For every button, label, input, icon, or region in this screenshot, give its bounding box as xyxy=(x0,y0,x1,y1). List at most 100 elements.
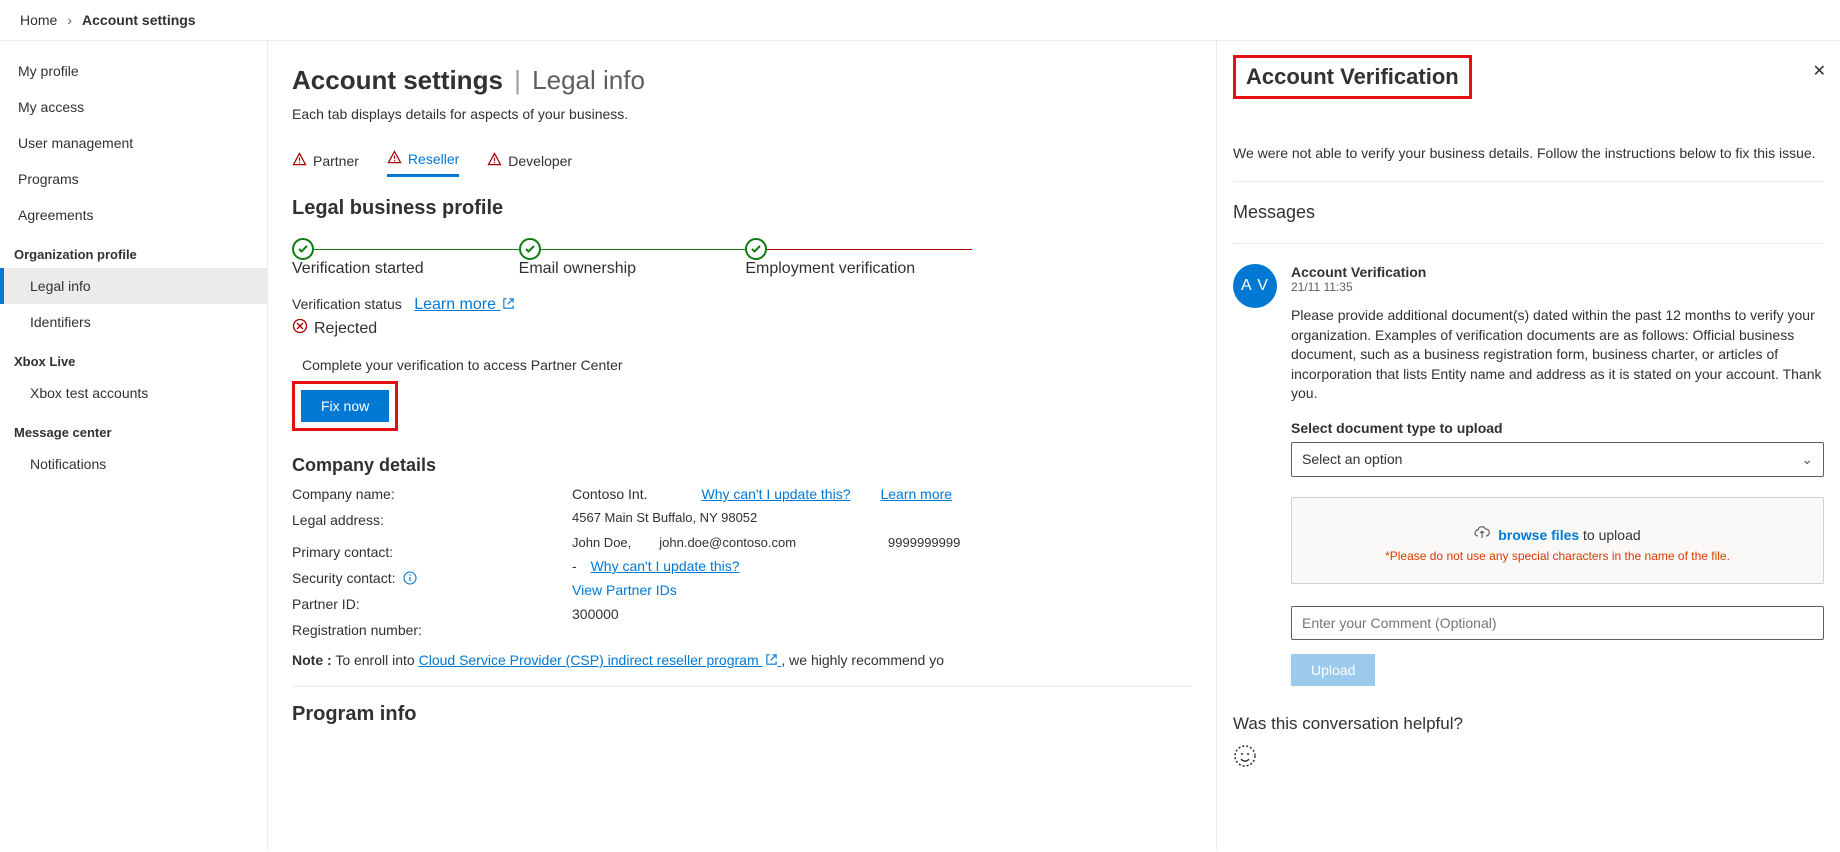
breadcrumb: Home › Account settings xyxy=(0,0,1840,40)
page-title: Account settings | Legal info xyxy=(292,65,1192,96)
check-circle-icon xyxy=(745,238,767,260)
panel-divider xyxy=(1233,181,1824,182)
sidebar: My profile My access User management Pro… xyxy=(0,41,268,850)
partner-id-label: Partner ID: xyxy=(292,596,572,612)
primary-contact-label: Primary contact: xyxy=(292,544,572,560)
main-content: Account settings | Legal info Each tab d… xyxy=(268,41,1216,850)
enrollment-note: Note : To enroll into Cloud Service Prov… xyxy=(292,652,1192,668)
chevron-right-icon: › xyxy=(67,12,72,28)
breadcrumb-current: Account settings xyxy=(82,12,196,28)
verification-status-value: Rejected xyxy=(314,320,377,338)
info-icon[interactable] xyxy=(403,571,417,585)
legal-business-profile-title: Legal business profile xyxy=(292,197,1192,220)
breadcrumb-home[interactable]: Home xyxy=(20,12,57,28)
registration-number-label: Registration number: xyxy=(292,622,572,638)
company-name-label: Company name: xyxy=(292,486,572,502)
learn-more-text: Learn more xyxy=(414,296,496,313)
sidebar-item-legal-info[interactable]: Legal info xyxy=(0,268,267,304)
to-upload-text: to upload xyxy=(1579,527,1641,543)
why-cant-update-link[interactable]: Why can't I update this? xyxy=(702,486,851,502)
tab-developer[interactable]: Developer xyxy=(487,150,572,177)
sidebar-item-agreements[interactable]: Agreements xyxy=(0,197,267,233)
registration-number-value: 300000 xyxy=(572,606,1192,622)
warning-icon xyxy=(487,152,502,170)
security-contact-value: - xyxy=(572,558,577,574)
sidebar-item-notifications[interactable]: Notifications xyxy=(0,446,267,482)
primary-contact-email: john.doe@contoso.com xyxy=(659,535,796,550)
close-icon[interactable]: ✕ xyxy=(1813,61,1826,81)
warning-icon xyxy=(387,150,402,168)
view-partner-ids-link[interactable]: View Partner IDs xyxy=(572,582,1192,598)
fix-now-button[interactable]: Fix now xyxy=(301,390,389,422)
cloud-upload-icon xyxy=(1474,526,1490,543)
dropzone-note: Please do not use any special characters… xyxy=(1302,549,1813,563)
document-type-select[interactable]: Select an option ⌄ xyxy=(1291,442,1824,477)
document-type-label: Select document type to upload xyxy=(1291,420,1824,436)
message-timestamp: 21/11 11:35 xyxy=(1291,280,1824,294)
security-contact-label: Security contact: xyxy=(292,570,572,586)
tabs: Partner Reseller Developer xyxy=(292,150,1192,177)
page-title-main: Account settings xyxy=(292,65,503,95)
company-name-value: Contoso Int. xyxy=(572,486,648,502)
learn-more-link[interactable]: Learn more xyxy=(414,296,515,313)
file-dropzone[interactable]: browse files to upload Please do not use… xyxy=(1291,497,1824,584)
comment-input[interactable] xyxy=(1291,606,1824,640)
message-text: Please provide additional document(s) da… xyxy=(1291,306,1824,404)
helpful-question: Was this conversation helpful? xyxy=(1233,714,1824,734)
sidebar-item-user-management[interactable]: User management xyxy=(0,125,267,161)
program-info-title: Program info xyxy=(292,703,1192,726)
sidebar-item-my-profile[interactable]: My profile xyxy=(0,53,267,89)
verification-status-label: Verification status xyxy=(292,296,402,312)
why-cant-update-link-2[interactable]: Why can't I update this? xyxy=(591,558,740,574)
sidebar-item-xbox-test-accounts[interactable]: Xbox test accounts xyxy=(0,375,267,411)
note-label: Note : xyxy=(292,652,332,668)
external-link-icon xyxy=(765,653,778,666)
upload-button[interactable]: Upload xyxy=(1291,654,1375,686)
panel-messages-title: Messages xyxy=(1233,202,1824,223)
document-type-placeholder: Select an option xyxy=(1302,451,1402,467)
step-connector xyxy=(767,249,972,250)
step-employment-verification: Employment verification xyxy=(745,260,972,278)
tab-reseller[interactable]: Reseller xyxy=(387,150,459,177)
sidebar-item-my-access[interactable]: My access xyxy=(0,89,267,125)
step-email-ownership: Email ownership xyxy=(519,260,746,278)
check-circle-icon xyxy=(292,238,314,260)
tab-developer-label: Developer xyxy=(508,153,572,169)
smile-icon[interactable] xyxy=(1233,744,1257,768)
sidebar-item-identifiers[interactable]: Identifiers xyxy=(0,304,267,340)
panel-title-highlight: Account Verification xyxy=(1233,55,1472,99)
avatar: A V xyxy=(1233,264,1277,308)
primary-contact-phone: 9999999999 xyxy=(888,535,960,550)
tab-partner[interactable]: Partner xyxy=(292,150,359,177)
external-link-icon xyxy=(502,297,515,310)
page-title-desc: Each tab displays details for aspects of… xyxy=(292,106,1192,122)
warning-icon xyxy=(292,152,307,170)
note-text: To enroll into xyxy=(335,652,418,668)
legal-address-label: Legal address: xyxy=(292,512,572,528)
company-details-title: Company details xyxy=(292,455,1192,476)
page-title-sub: Legal info xyxy=(532,65,645,95)
step-verification-started: Verification started xyxy=(292,260,519,278)
sidebar-group-xbox-live: Xbox Live xyxy=(0,340,267,375)
sidebar-group-message-center: Message center xyxy=(0,411,267,446)
csp-program-link[interactable]: Cloud Service Provider (CSP) indirect re… xyxy=(419,652,782,668)
panel-divider xyxy=(1233,243,1824,244)
verification-steps: Verification started Email ownership Emp… xyxy=(292,238,972,278)
panel-description: We were not able to verify your business… xyxy=(1233,145,1824,161)
message-title: Account Verification xyxy=(1291,264,1824,280)
account-verification-panel: ✕ Account Verification We were not able … xyxy=(1216,41,1840,850)
rejected-icon xyxy=(292,318,308,339)
chevron-down-icon: ⌄ xyxy=(1801,451,1813,468)
step-connector xyxy=(541,249,746,250)
note-tail: , we highly recommend yo xyxy=(781,652,944,668)
panel-title: Account Verification xyxy=(1246,64,1459,90)
sidebar-item-programs[interactable]: Programs xyxy=(0,161,267,197)
section-divider xyxy=(292,686,1192,687)
tab-reseller-label: Reseller xyxy=(408,151,459,167)
learn-more-link-2[interactable]: Learn more xyxy=(880,486,952,502)
check-circle-icon xyxy=(519,238,541,260)
sidebar-group-org-profile: Organization profile xyxy=(0,233,267,268)
browse-files-link[interactable]: browse files xyxy=(1498,527,1579,543)
tab-partner-label: Partner xyxy=(313,153,359,169)
step-connector xyxy=(314,249,519,250)
